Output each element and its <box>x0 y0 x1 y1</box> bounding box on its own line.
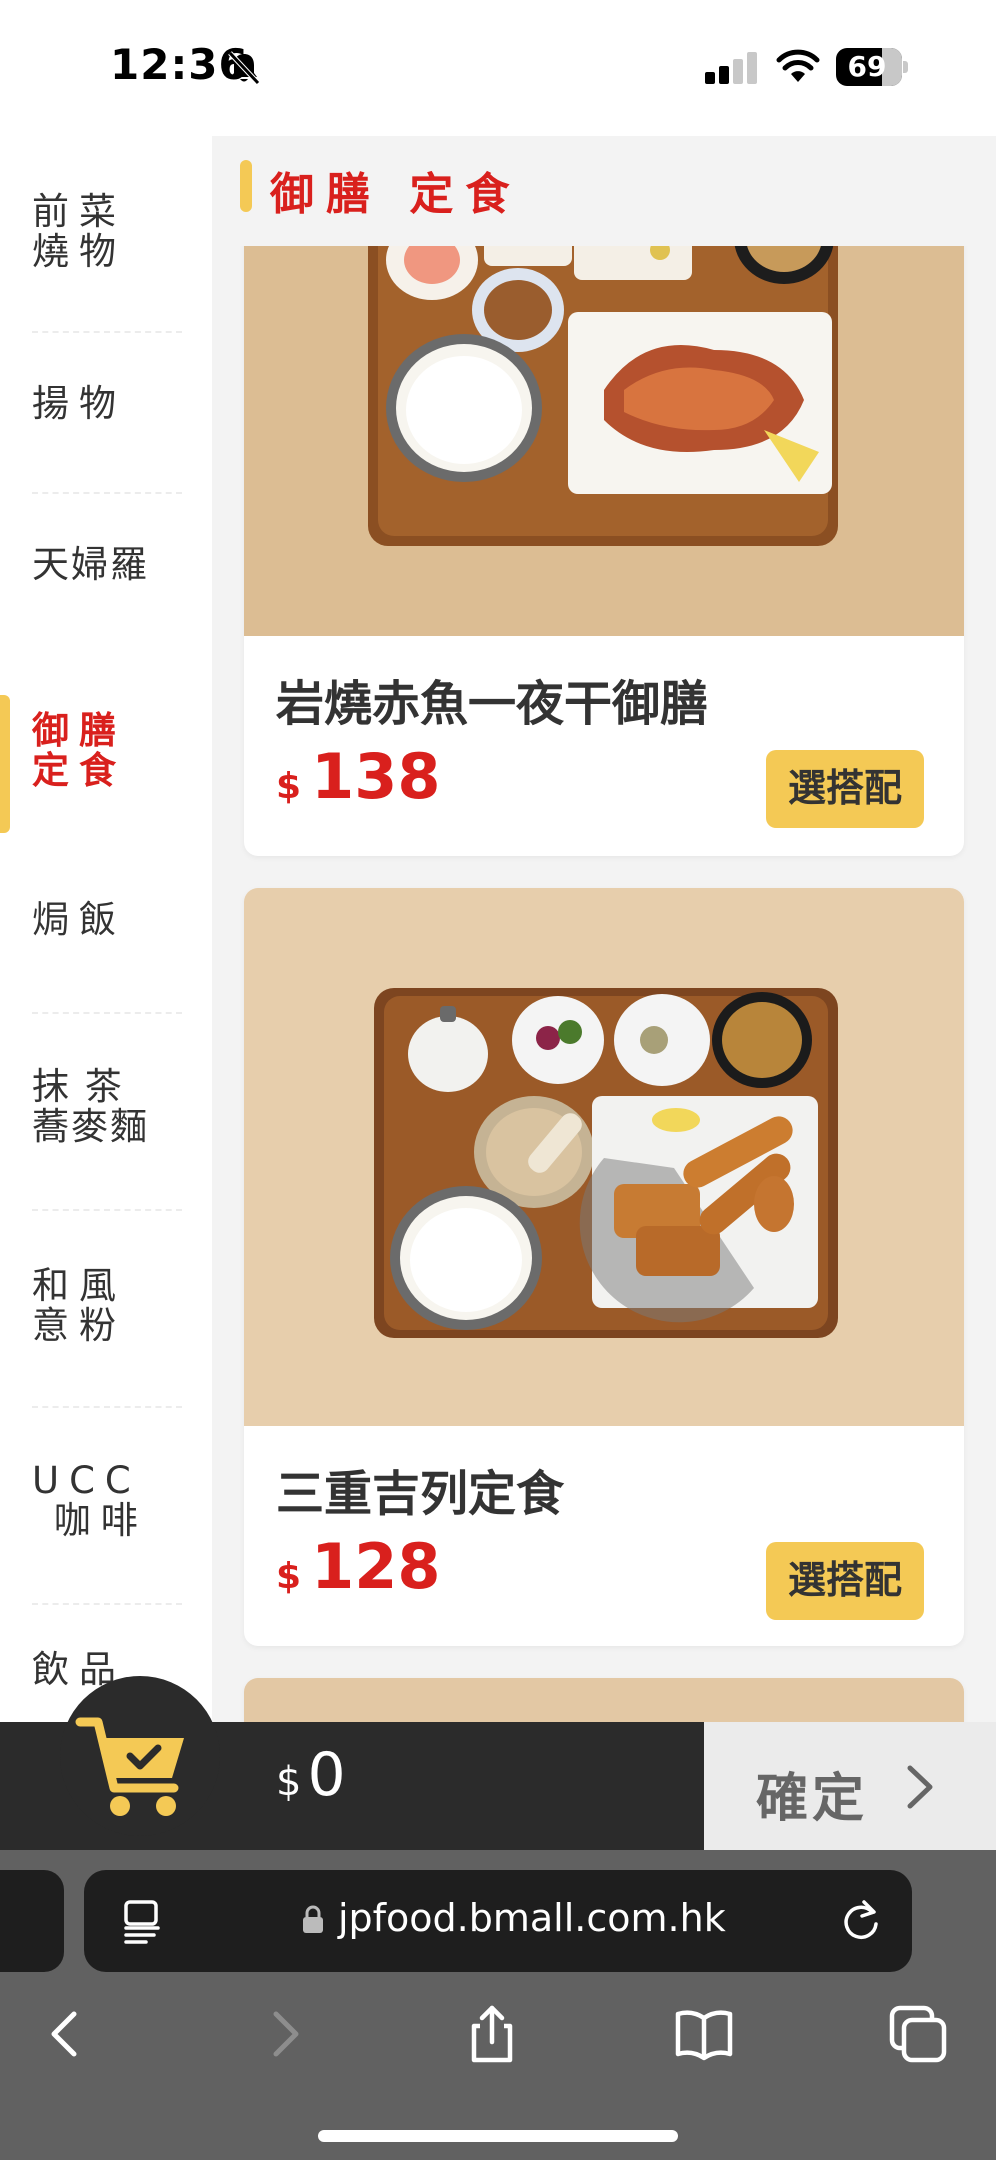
section-header: 御膳 定食 <box>212 136 996 246</box>
home-indicator <box>318 2130 678 2142</box>
price-amount: 138 <box>311 740 441 813</box>
cart-total: $0 <box>276 1740 346 1810</box>
wifi-icon <box>776 49 820 82</box>
product-price: $138 <box>276 740 440 813</box>
chevron-right-icon <box>907 1765 933 1809</box>
url-text[interactable]: jpfood.bmall.com.hk <box>338 1896 726 1940</box>
confirm-button[interactable]: 確定 <box>704 1722 996 1850</box>
sidebar-item-appetizers[interactable]: 前菜 燒物 <box>0 136 212 331</box>
choose-options-button[interactable]: 選搭配 <box>766 1542 924 1620</box>
tabs-icon[interactable] <box>888 2004 948 2064</box>
reload-icon[interactable] <box>842 1898 882 1942</box>
sidebar-item-label: 御膳 定食 <box>32 709 126 792</box>
sidebar-item-baked-rice[interactable]: 焗飯 <box>0 852 212 1012</box>
active-indicator <box>0 695 10 833</box>
confirm-label: 確定 <box>756 1770 869 1828</box>
bookmarks-icon[interactable] <box>674 2004 734 2064</box>
previous-tab-preview[interactable] <box>0 1870 64 1972</box>
category-sidebar: 前菜 燒物 揚物 天婦羅 御膳 定食 焗飯 抹 茶 蕎麥麵 和風 意粉 UCC … <box>0 136 212 1722</box>
cart-amount: 0 <box>307 1740 346 1810</box>
sidebar-item-coffee[interactable]: UCC 咖啡 <box>0 1407 212 1603</box>
status-bar: 12:36 69 <box>0 0 996 136</box>
sidebar-item-matcha-soba[interactable]: 抹 茶 蕎麥麵 <box>0 1013 212 1209</box>
price-currency: $ <box>276 1556 302 1597</box>
product-name: 三重吉列定食 <box>276 1466 565 1522</box>
price-currency: $ <box>276 766 302 807</box>
forward-icon[interactable] <box>254 2004 314 2064</box>
choose-options-button[interactable]: 選搭配 <box>766 750 924 828</box>
cellular-signal-icon <box>705 52 757 84</box>
battery-level: 69 <box>847 50 887 83</box>
sidebar-item-label: UCC 咖啡 <box>32 1459 148 1542</box>
product-name: 岩燒赤魚一夜干御膳 <box>276 676 709 732</box>
sidebar-item-fried[interactable]: 揚物 <box>0 332 212 492</box>
sidebar-item-label: 抹 茶 蕎麥麵 <box>32 1065 149 1148</box>
cart-currency: $ <box>276 1759 302 1805</box>
section-accent-bar <box>240 160 252 212</box>
bell-off-icon <box>228 51 260 85</box>
back-icon[interactable] <box>36 2004 96 2064</box>
sidebar-item-set-meals[interactable]: 御膳 定食 <box>0 653 212 851</box>
reader-mode-icon[interactable] <box>120 1898 164 1944</box>
product-card[interactable]: 岩燒赤魚一夜干御膳 $138 選搭配 <box>244 200 964 856</box>
sidebar-item-pasta[interactable]: 和風 意粉 <box>0 1210 212 1406</box>
product-card[interactable]: 三重吉列定食 $128 選搭配 <box>244 888 964 1646</box>
section-title: 御膳 定食 <box>270 169 522 220</box>
sidebar-item-label: 和風 意粉 <box>32 1264 126 1347</box>
sidebar-item-label: 揚物 <box>32 382 126 425</box>
product-price: $128 <box>276 1530 440 1603</box>
sidebar-item-label: 前菜 燒物 <box>32 190 126 273</box>
cart-check-icon[interactable] <box>74 1708 194 1826</box>
battery-icon: 69 <box>836 48 908 86</box>
sidebar-item-label: 天婦羅 <box>32 543 149 586</box>
katsu-set-photo <box>244 888 964 1426</box>
lock-icon <box>303 1905 323 1933</box>
share-icon[interactable] <box>462 2004 522 2064</box>
grilled-fish-set-photo <box>244 200 964 636</box>
sidebar-item-label: 焗飯 <box>32 898 126 941</box>
price-amount: 128 <box>311 1530 441 1603</box>
sidebar-item-tempura[interactable]: 天婦羅 <box>0 493 212 653</box>
